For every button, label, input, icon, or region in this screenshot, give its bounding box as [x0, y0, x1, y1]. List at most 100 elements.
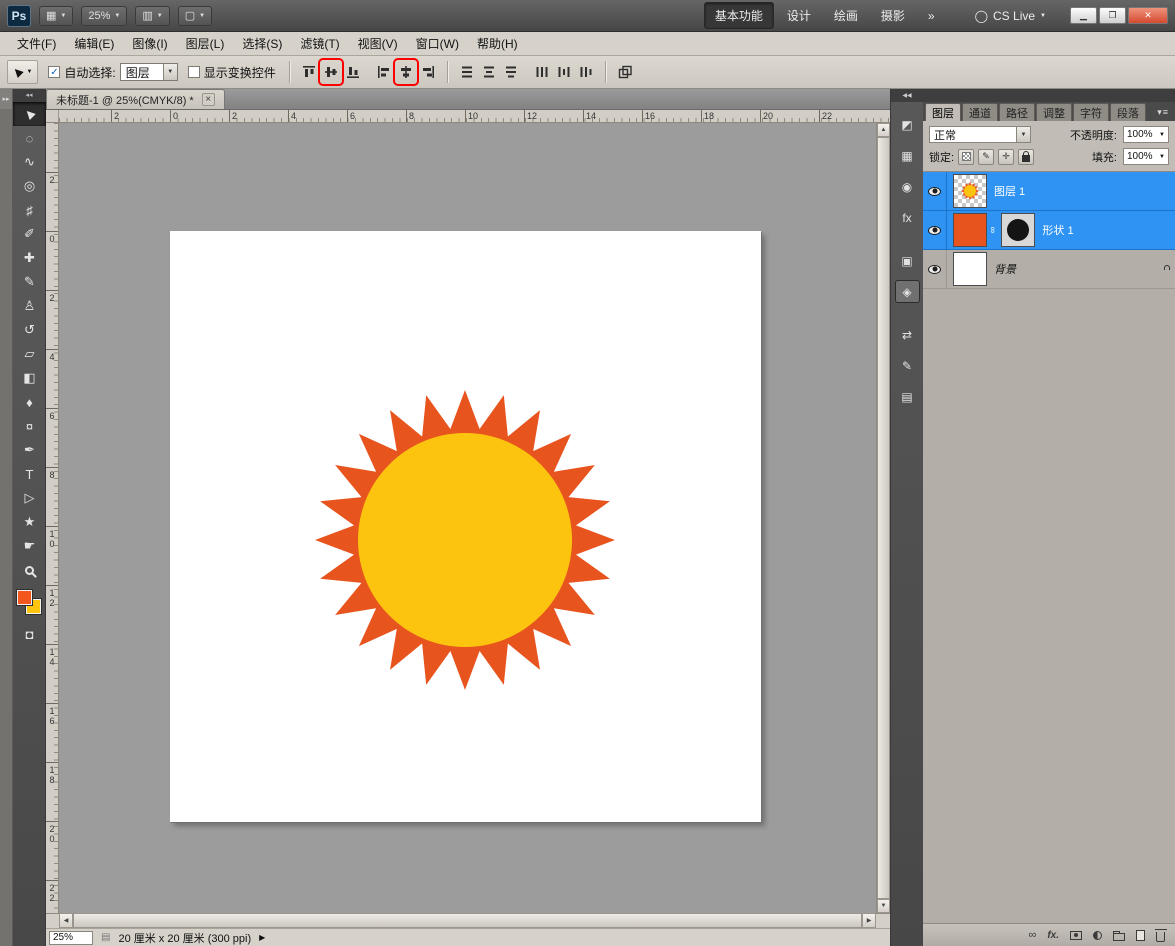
color-panel-icon[interactable]: ◩ — [895, 113, 920, 136]
workspace-painting-button[interactable]: 绘画 — [824, 3, 868, 28]
auto-select-checkbox[interactable]: ✓ — [48, 66, 60, 78]
tool-preset-picker[interactable]: ▶▼ — [7, 60, 38, 84]
eraser-tool[interactable]: ▱ — [13, 342, 46, 366]
canvas-workspace[interactable] — [59, 123, 876, 913]
layer-styles-panel-icon[interactable]: fx — [895, 206, 920, 229]
vertical-scroll-thumb[interactable] — [877, 137, 890, 899]
clone-source-panel-icon[interactable]: ⇄ — [895, 323, 920, 346]
panel-menu-icon[interactable]: ▾≡ — [1157, 107, 1175, 121]
horizontal-scroll-thumb[interactable] — [73, 913, 862, 928]
type-tool[interactable]: T — [13, 462, 46, 486]
paragraph-panel-icon[interactable]: ▤ — [895, 385, 920, 408]
clone-stamp-tool[interactable]: ♙ — [13, 294, 46, 318]
tab-close-icon[interactable]: × — [202, 93, 215, 106]
toolbox-collapse-icon[interactable]: ◂◂ — [13, 89, 45, 102]
menu-window[interactable]: 窗口(W) — [407, 32, 468, 55]
visibility-toggle[interactable] — [923, 172, 947, 210]
brush-tool[interactable]: ✎ — [13, 270, 46, 294]
move-tool[interactable]: ▶ — [13, 102, 46, 126]
visibility-toggle[interactable] — [923, 250, 947, 288]
tab-character[interactable]: 字符 — [1073, 103, 1109, 121]
align-right-edges-button[interactable] — [418, 61, 438, 83]
visibility-toggle[interactable] — [923, 211, 947, 249]
scroll-up-icon[interactable]: ▲ — [877, 123, 890, 137]
scroll-left-icon[interactable]: ◀ — [59, 913, 73, 928]
lock-transparent-pixels-button[interactable] — [958, 149, 974, 165]
tab-adjustments[interactable]: 调整 — [1036, 103, 1072, 121]
workspace-design-button[interactable]: 设计 — [777, 3, 821, 28]
document-canvas[interactable] — [170, 231, 761, 822]
scroll-right-icon[interactable]: ▶ — [862, 913, 876, 928]
foreground-color-swatch[interactable] — [17, 590, 32, 605]
dock-expand-icon[interactable]: ◀◀ — [891, 89, 923, 102]
align-left-edges-button[interactable] — [374, 61, 394, 83]
masks-panel-icon[interactable]: ▣ — [895, 249, 920, 272]
layer-row-shape1[interactable]: ∞ 形状 1 — [923, 211, 1175, 250]
custom-shape-tool[interactable]: ★ — [13, 510, 46, 534]
menu-edit[interactable]: 编辑(E) — [65, 32, 123, 55]
status-menu-arrow-icon[interactable]: ▶ — [259, 933, 265, 942]
dropdown-arrow-icon[interactable]: ▼ — [1016, 127, 1030, 142]
layer1-thumbnail[interactable] — [953, 174, 987, 208]
lock-position-button[interactable]: ✛ — [998, 149, 1014, 165]
healing-brush-tool[interactable]: ✚ — [13, 246, 46, 270]
align-top-edges-button[interactable] — [299, 61, 319, 83]
restore-button[interactable]: ❐ — [1099, 7, 1126, 24]
new-adjustment-layer-button[interactable] — [1093, 931, 1102, 940]
align-vertical-centers-button[interactable] — [321, 61, 341, 83]
gradient-tool[interactable]: ◧ — [13, 366, 46, 390]
layer-style-button[interactable]: fx. — [1047, 930, 1059, 941]
lock-all-button[interactable] — [1018, 149, 1034, 165]
scroll-down-icon[interactable]: ▼ — [877, 899, 890, 913]
menu-view[interactable]: 视图(V) — [349, 32, 407, 55]
horizontal-scrollbar[interactable]: ◀ ▶ — [59, 913, 876, 928]
show-transform-checkbox[interactable] — [188, 66, 200, 78]
auto-align-layers-button[interactable] — [615, 61, 635, 83]
vertical-ruler[interactable]: 20246810121416182022 — [46, 123, 59, 913]
tab-channels[interactable]: 通道 — [962, 103, 998, 121]
eyedropper-tool[interactable]: ✐ — [13, 222, 46, 246]
distribute-top-edges-button[interactable] — [457, 61, 477, 83]
close-button[interactable]: ✕ — [1128, 7, 1168, 24]
brushes-panel-icon[interactable]: ◈ — [895, 280, 920, 303]
menu-layer[interactable]: 图层(L) — [177, 32, 234, 55]
shape-layer-thumb[interactable] — [953, 213, 987, 247]
align-horizontal-centers-button[interactable] — [396, 61, 416, 83]
new-group-button[interactable] — [1113, 930, 1125, 941]
distribute-vertical-centers-button[interactable] — [479, 61, 499, 83]
blur-tool[interactable]: ♦ — [13, 390, 46, 414]
menu-select[interactable]: 选择(S) — [233, 32, 291, 55]
lock-image-pixels-button[interactable]: ✎ — [978, 149, 994, 165]
blend-mode-dropdown[interactable]: 正常 ▼ — [929, 126, 1031, 143]
styles-panel-icon[interactable]: ◉ — [895, 175, 920, 198]
history-brush-tool[interactable]: ↺ — [13, 318, 46, 342]
zoom-level-dropdown[interactable]: 25%▼ — [81, 6, 127, 26]
tab-paragraph[interactable]: 段落 — [1110, 103, 1146, 121]
menu-image[interactable]: 图像(I) — [123, 32, 176, 55]
link-layers-button[interactable]: ∞ — [1028, 929, 1036, 941]
status-zoom-field[interactable]: 25% — [49, 931, 93, 945]
document-tab[interactable]: 未标题-1 @ 25%(CMYK/8) * × — [46, 89, 225, 109]
workspace-basic-button[interactable]: 基本功能 — [704, 2, 774, 29]
layer-row-layer1[interactable]: 图层 1 — [923, 172, 1175, 211]
distribute-bottom-edges-button[interactable] — [501, 61, 521, 83]
delete-layer-button[interactable] — [1156, 929, 1165, 942]
ruler-origin-corner[interactable] — [46, 110, 59, 123]
background-layer-thumbnail[interactable] — [953, 252, 987, 286]
zoom-tool[interactable] — [13, 558, 46, 582]
add-layer-mask-button[interactable] — [1070, 931, 1082, 940]
cs-live-button[interactable]: ◯ CS Live ▼ — [975, 9, 1046, 23]
distribute-right-edges-button[interactable] — [576, 61, 596, 83]
distribute-left-edges-button[interactable] — [532, 61, 552, 83]
quick-mask-button[interactable]: ◘ — [13, 622, 46, 646]
launch-bridge-button[interactable]: ▦▼ — [39, 6, 73, 26]
horizontal-ruler[interactable]: 20246810121416182022 — [59, 110, 890, 123]
align-bottom-edges-button[interactable] — [343, 61, 363, 83]
lasso-tool[interactable]: ∿ — [13, 150, 46, 174]
fill-field[interactable]: 100%▼ — [1123, 148, 1169, 165]
distribute-horizontal-centers-button[interactable] — [554, 61, 574, 83]
auto-select-target-dropdown[interactable]: 图层▼ — [120, 63, 178, 81]
path-selection-tool[interactable]: ▷ — [13, 486, 46, 510]
workspace-overflow-button[interactable]: » — [918, 5, 945, 27]
layer-name[interactable]: 图层 1 — [994, 183, 1025, 199]
